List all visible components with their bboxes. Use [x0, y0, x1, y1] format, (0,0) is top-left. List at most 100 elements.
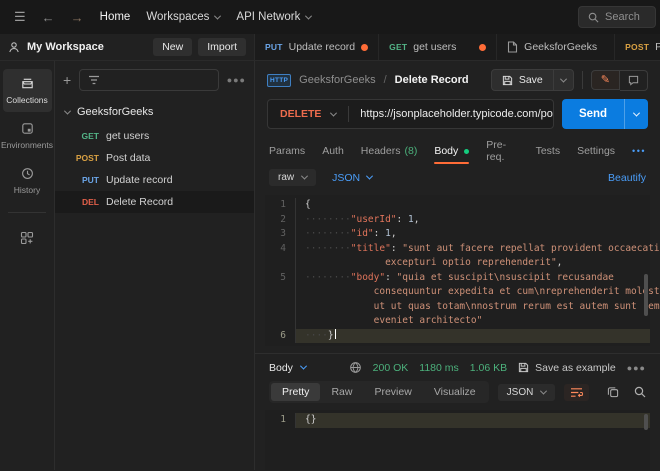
- response-view-preview[interactable]: Preview: [363, 383, 422, 401]
- response-more-menu[interactable]: ●●●: [627, 363, 646, 373]
- response-body-editor[interactable]: 1{}: [265, 410, 650, 470]
- tab-settings[interactable]: Settings: [577, 138, 615, 164]
- tab-prereq[interactable]: Pre-req.: [486, 138, 518, 164]
- code-line: 5········"body": "quia et suscipit\nsusc…: [265, 271, 650, 286]
- line-number: [265, 256, 295, 271]
- send-button[interactable]: Send: [562, 99, 648, 129]
- rail-divider: [8, 212, 46, 213]
- tab-params[interactable]: Params: [269, 138, 305, 164]
- tab-headers[interactable]: Headers(8): [361, 138, 418, 164]
- code-line: 2········"userId": 1,: [265, 213, 650, 228]
- edit-pencil-button[interactable]: ✎: [591, 70, 620, 90]
- nav-workspaces[interactable]: Workspaces: [146, 11, 220, 23]
- save-as-example-button[interactable]: Save as example: [518, 362, 616, 374]
- editor-scrollbar[interactable]: [644, 274, 648, 316]
- code-token: eveniet architecto": [374, 315, 483, 326]
- response-body-dropdown[interactable]: Body: [269, 362, 306, 374]
- response-scrollbar[interactable]: [644, 414, 648, 430]
- tab-label: Post: [655, 41, 660, 53]
- sidebar-more-menu[interactable]: ●●●: [227, 75, 246, 85]
- code-token: "sunt aut facere repellat provident occa…: [402, 243, 659, 254]
- file-icon: [507, 41, 518, 53]
- rail-item-environments[interactable]: Environments: [3, 114, 52, 157]
- response-size[interactable]: 1.06 KB: [470, 362, 507, 374]
- wrap-lines-button[interactable]: [564, 384, 589, 401]
- open-request-tab[interactable]: GeeksforGeeks: [497, 34, 615, 60]
- rail-item-collections[interactable]: Collections: [3, 69, 52, 112]
- request-name: Delete Record: [106, 196, 173, 208]
- save-floppy-icon: [502, 75, 513, 86]
- sidebar-request-update-record[interactable]: PUTUpdate record: [55, 169, 254, 191]
- nav-api-network-label: API Network: [236, 11, 300, 23]
- chevron-down-icon: [301, 173, 308, 180]
- import-button[interactable]: Import: [198, 38, 246, 56]
- forward-arrow-icon[interactable]: →: [71, 10, 84, 25]
- send-dropdown-button[interactable]: [624, 99, 648, 129]
- save-as-example-label: Save as example: [535, 362, 616, 374]
- search-response-icon[interactable]: [634, 386, 646, 398]
- sidebar-request-get-users[interactable]: GETget users: [55, 125, 254, 147]
- code-token: ········: [305, 243, 351, 254]
- response-language-dropdown[interactable]: JSON: [498, 384, 556, 401]
- tab-body[interactable]: Body: [434, 138, 469, 164]
- workspace-title[interactable]: My Workspace: [27, 41, 104, 53]
- code-token: {: [305, 199, 311, 210]
- beautify-button[interactable]: Beautify: [608, 172, 646, 184]
- copy-icon[interactable]: [607, 386, 619, 398]
- nav-api-network[interactable]: API Network: [236, 11, 311, 23]
- response-time[interactable]: 1180 ms: [419, 362, 459, 374]
- code-content: ········"userId": 1,: [295, 213, 650, 228]
- chevron-down-icon: [366, 173, 373, 180]
- hamburger-menu-icon[interactable]: ☰: [14, 9, 26, 25]
- url-input[interactable]: https://jsonplaceholder.typicode.com/pos…: [349, 108, 553, 120]
- body-format-label: raw: [278, 172, 294, 183]
- save-button[interactable]: Save: [491, 69, 574, 91]
- comment-button[interactable]: [620, 70, 648, 91]
- global-search-input[interactable]: Search: [578, 6, 656, 28]
- breadcrumb-request-name[interactable]: Delete Record: [395, 74, 469, 86]
- response-view-visualize[interactable]: Visualize: [423, 383, 487, 401]
- response-view-raw[interactable]: Raw: [320, 383, 363, 401]
- breadcrumb-collection[interactable]: GeeksforGeeks: [299, 74, 375, 86]
- request-method-label: PUT: [55, 175, 99, 185]
- save-dropdown-button[interactable]: [553, 70, 573, 90]
- rail-item-history[interactable]: History: [3, 159, 52, 202]
- request-body-editor[interactable]: 1{2········"userId": 1,3········"id": 1,…: [265, 195, 650, 346]
- open-request-tab[interactable]: GETget users: [379, 34, 497, 60]
- workspace-icon[interactable]: [8, 41, 20, 53]
- open-request-tab[interactable]: PUTUpdate record: [255, 34, 379, 60]
- language-dropdown[interactable]: JSON: [332, 172, 372, 184]
- add-request-button[interactable]: +: [63, 73, 71, 87]
- code-content: eveniet architecto": [295, 314, 650, 329]
- sidebar-request-post-data[interactable]: POSTPost data: [55, 147, 254, 169]
- new-button[interactable]: New: [153, 38, 192, 56]
- back-arrow-icon[interactable]: ←: [42, 10, 55, 25]
- rail-item-more-modules[interactable]: [3, 223, 52, 253]
- response-view-pretty[interactable]: Pretty: [271, 383, 320, 401]
- line-number: [265, 285, 295, 300]
- code-token: ,: [414, 214, 420, 225]
- open-request-tab[interactable]: POSTPost: [615, 34, 660, 60]
- tab-label: Tests: [536, 145, 561, 157]
- filter-input[interactable]: [79, 69, 219, 91]
- code-token: {}: [305, 414, 316, 425]
- status-badge[interactable]: 200 OK: [373, 362, 409, 374]
- tab-tests[interactable]: Tests: [536, 138, 561, 164]
- nav-home[interactable]: Home: [100, 11, 131, 23]
- line-number: 1: [265, 198, 295, 213]
- collection-geeksforgeeks[interactable]: GeeksforGeeks: [55, 101, 254, 125]
- request-tabs-more-menu[interactable]: •••: [632, 146, 646, 156]
- left-rail: Collections Environments History: [0, 61, 55, 470]
- tab-method-label: PUT: [265, 42, 283, 52]
- code-token: [305, 301, 374, 312]
- network-globe-icon[interactable]: [349, 361, 362, 374]
- code-content: ut ut quas totam\nnostrum rerum est aute…: [295, 300, 650, 315]
- request-method-label: POST: [55, 153, 99, 163]
- method-dropdown[interactable]: DELETE: [268, 108, 348, 120]
- url-bar: DELETE https://jsonplaceholder.typicode.…: [255, 97, 660, 138]
- tab-auth[interactable]: Auth: [322, 138, 344, 164]
- body-format-dropdown[interactable]: raw: [269, 169, 316, 186]
- sidebar-request-delete-record[interactable]: DELDelete Record: [55, 191, 254, 213]
- code-token: ····: [305, 330, 328, 341]
- code-line: consequuntur expedita et cum\nreprehende…: [265, 285, 650, 300]
